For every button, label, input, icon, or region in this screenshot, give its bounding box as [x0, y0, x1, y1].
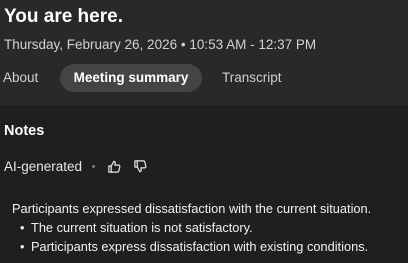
list-item: The current situation is not satisfactor… — [12, 218, 371, 237]
summary-section: Participants expressed dissatisfaction w… — [12, 199, 371, 256]
summary-bullets: The current situation is not satisfactor… — [12, 218, 371, 256]
separator-dot — [92, 164, 96, 168]
meeting-title: You are here. — [4, 6, 123, 27]
meeting-datetime: Thursday, February 26, 2026 • 10:53 AM -… — [4, 37, 317, 52]
meeting-header: You are here. Thursday, February 26, 202… — [0, 0, 408, 105]
tab-bar: About Meeting summary Transcript — [0, 64, 408, 92]
thumbs-down-icon[interactable] — [131, 157, 149, 175]
ai-generated-label: AI-generated — [4, 158, 83, 174]
list-item: Participants express dissatisfaction wit… — [12, 237, 371, 256]
tab-transcript[interactable]: Transcript — [222, 64, 282, 92]
tab-meeting-summary[interactable]: Meeting summary — [60, 64, 202, 92]
summary-text: Participants expressed dissatisfaction w… — [12, 201, 372, 216]
ai-generated-row: AI-generated — [4, 156, 157, 176]
thumbs-up-icon[interactable] — [105, 157, 123, 175]
tab-about[interactable]: About — [3, 64, 38, 92]
notes-heading: Notes — [4, 123, 45, 139]
